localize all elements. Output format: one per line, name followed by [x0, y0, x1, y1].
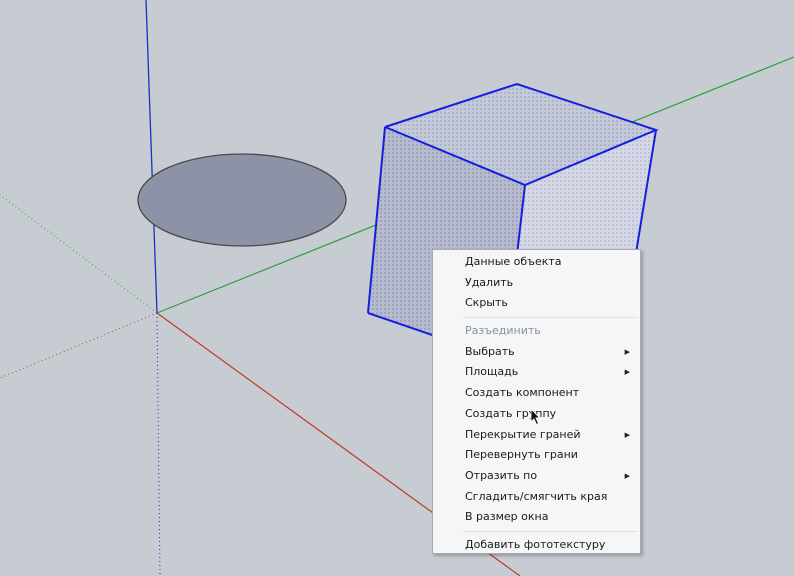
menu-item[interactable]: Добавить фототекстуру: [433, 535, 640, 556]
menu-item[interactable]: Перекрытие граней ▶: [433, 425, 640, 446]
submenu-arrow-icon: ▶: [624, 430, 630, 439]
menu-item[interactable]: Создать компонент: [433, 383, 640, 404]
menu-item-label: Выбрать: [465, 344, 515, 358]
submenu-arrow-icon: ▶: [624, 368, 630, 377]
menu-item[interactable]: Выбрать ▶: [433, 342, 640, 363]
menu-item-label: Перекрытие граней: [465, 427, 581, 441]
menu-item[interactable]: Отразить по ▶: [433, 466, 640, 487]
menu-item[interactable]: Данные объекта: [433, 252, 640, 273]
submenu-arrow-icon: ▶: [624, 347, 630, 356]
menu-separator: [463, 530, 638, 532]
mouse-cursor-icon: [530, 408, 542, 426]
menu-item-label: Создать компонент: [465, 386, 580, 400]
menu-item-label: Добавить фототекстуру: [465, 537, 606, 551]
menu-item-label: Удалить: [465, 275, 514, 289]
menu-item[interactable]: Перевернуть грани: [433, 445, 640, 466]
menu-item-label: Скрыть: [465, 296, 508, 310]
menu-item-label: Площадь: [465, 365, 519, 379]
menu-item-label: Создать группу: [465, 406, 557, 420]
menu-item-label: В размер окна: [465, 510, 549, 524]
menu-separator: [463, 317, 638, 319]
menu-item[interactable]: В размер окна: [433, 507, 640, 528]
circle-face[interactable]: [137, 153, 347, 247]
menu-item[interactable]: Удалить: [433, 273, 640, 294]
modeling-viewport[interactable]: [0, 0, 794, 576]
submenu-arrow-icon: ▶: [624, 471, 630, 480]
menu-item[interactable]: Площадь ▶: [433, 362, 640, 383]
menu-item: Разъединить: [433, 321, 640, 342]
menu-item-label: Данные объекта: [465, 255, 562, 268]
menu-item-label: Перевернуть грани: [465, 448, 578, 462]
menu-item[interactable]: Сгладить/смягчить края: [433, 487, 640, 508]
context-menu: Данные объекта Удалить Скрыть Разъединить Вы…: [432, 249, 641, 554]
menu-item-label: Сгладить/смягчить края: [465, 489, 608, 503]
menu-item-label: Разъединить: [465, 324, 541, 338]
menu-item-label: Отразить по: [465, 468, 538, 482]
menu-item[interactable]: Скрыть: [433, 293, 640, 314]
